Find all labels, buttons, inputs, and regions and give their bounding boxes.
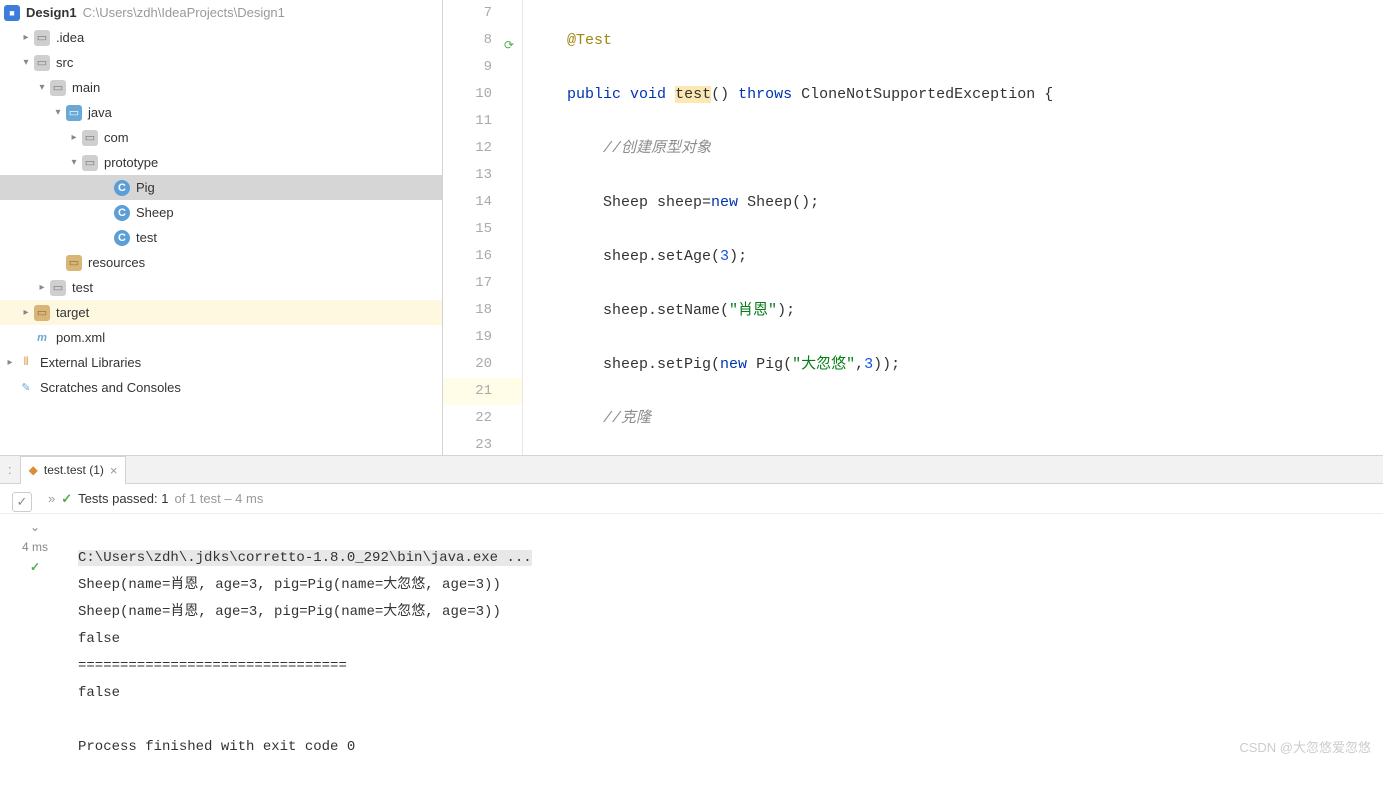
tab-chevron[interactable]: : bbox=[8, 462, 12, 477]
chevron-down-icon[interactable] bbox=[52, 107, 64, 119]
class-icon: C bbox=[114, 180, 130, 196]
run-tab[interactable]: ◆ test.test (1) × bbox=[20, 456, 127, 484]
chevron-right-icon[interactable] bbox=[20, 32, 32, 44]
runnable-class-icon: C bbox=[114, 230, 130, 246]
tree-idea[interactable]: ▭ .idea bbox=[0, 25, 442, 50]
tree-root[interactable]: ■ Design1 C:\Users\zdh\IdeaProjects\Desi… bbox=[0, 0, 442, 25]
chevron-down-icon[interactable] bbox=[36, 82, 48, 94]
line-number[interactable]: 16 bbox=[443, 243, 522, 270]
chevron-down-icon[interactable] bbox=[20, 57, 32, 69]
breadcrumb-chevron-icon: » bbox=[48, 491, 55, 506]
tree-test-folder[interactable]: ▭ test bbox=[0, 275, 442, 300]
code-content[interactable]: @Test public void test() throws CloneNot… bbox=[523, 0, 1383, 455]
run-panel: : ◆ test.test (1) × ✓ » ✓ Tests passed: … bbox=[0, 455, 1383, 788]
tree-main[interactable]: ▭ main bbox=[0, 75, 442, 100]
tree-src[interactable]: ▭ src bbox=[0, 50, 442, 75]
console-line: Sheep(name=肖恩, age=3, pig=Pig(name=大忽悠, … bbox=[78, 577, 501, 593]
toggle-check-icon[interactable]: ✓ bbox=[12, 492, 32, 512]
run-tab-label: test.test (1) bbox=[44, 463, 104, 477]
pass-icon: ✓ bbox=[61, 491, 72, 507]
library-icon: ⫴ bbox=[18, 355, 34, 371]
run-tab-bar: : ◆ test.test (1) × bbox=[0, 456, 1383, 484]
close-tab-icon[interactable]: × bbox=[110, 463, 118, 478]
console-output[interactable]: C:\Users\zdh\.jdks\corretto-1.8.0_292\bi… bbox=[70, 514, 1383, 788]
line-number[interactable]: 14 bbox=[443, 189, 522, 216]
line-number[interactable]: 18 bbox=[443, 297, 522, 324]
line-number[interactable]: 15 bbox=[443, 216, 522, 243]
console-line: Sheep(name=肖恩, age=3, pig=Pig(name=大忽悠, … bbox=[78, 604, 501, 620]
line-number[interactable]: 11 bbox=[443, 108, 522, 135]
tree-sheep[interactable]: C Sheep bbox=[0, 200, 442, 225]
tree-scratches[interactable]: ✎ Scratches and Consoles bbox=[0, 375, 442, 400]
chevron-right-icon[interactable] bbox=[68, 132, 80, 144]
pass-icon: ✓ bbox=[30, 560, 40, 574]
line-number[interactable]: 22 bbox=[443, 405, 522, 432]
folder-icon: ▭ bbox=[34, 30, 50, 46]
chevron-down-icon[interactable] bbox=[68, 157, 80, 169]
tree-java[interactable]: ▭ java bbox=[0, 100, 442, 125]
console-line: false bbox=[78, 631, 120, 647]
line-number[interactable]: 17 bbox=[443, 270, 522, 297]
console-command: C:\Users\zdh\.jdks\corretto-1.8.0_292\bi… bbox=[78, 550, 532, 566]
tree-pig[interactable]: C Pig bbox=[0, 175, 442, 200]
line-number[interactable]: 10 bbox=[443, 81, 522, 108]
test-config-icon: ◆ bbox=[29, 463, 38, 477]
tree-pom[interactable]: m pom.xml bbox=[0, 325, 442, 350]
collapse-icon[interactable]: ⌄ bbox=[30, 520, 40, 534]
line-number[interactable]: 7 bbox=[443, 0, 522, 27]
chevron-right-icon[interactable] bbox=[4, 357, 16, 369]
folder-icon: ▭ bbox=[50, 80, 66, 96]
tree-test-class[interactable]: C test bbox=[0, 225, 442, 250]
tree-prototype[interactable]: ▭ prototype bbox=[0, 150, 442, 175]
test-duration: 4 ms bbox=[22, 540, 48, 554]
console-exit-line: Process finished with exit code 0 bbox=[78, 739, 355, 755]
tree-com[interactable]: ▭ com bbox=[0, 125, 442, 150]
project-name: Design1 bbox=[26, 5, 77, 20]
console-line: false bbox=[78, 685, 120, 701]
watermark: CSDN @大忽悠爱忽悠 bbox=[1239, 737, 1371, 756]
resources-folder-icon: ▭ bbox=[66, 255, 82, 271]
source-folder-icon: ▭ bbox=[66, 105, 82, 121]
line-number[interactable]: 23 bbox=[443, 432, 522, 459]
chevron-right-icon[interactable] bbox=[36, 282, 48, 294]
package-icon: ▭ bbox=[82, 155, 98, 171]
line-number[interactable]: 20 bbox=[443, 351, 522, 378]
class-icon: C bbox=[114, 205, 130, 221]
test-tree-sidebar[interactable]: ⌄ 4 ms ✓ bbox=[0, 514, 70, 788]
scratch-icon: ✎ bbox=[18, 380, 34, 396]
line-number[interactable]: 9 bbox=[443, 54, 522, 81]
line-number[interactable]: 13 bbox=[443, 162, 522, 189]
maven-icon: m bbox=[34, 330, 50, 346]
line-number[interactable]: 8⟳ bbox=[443, 27, 522, 54]
folder-icon: ▭ bbox=[50, 280, 66, 296]
chevron-right-icon[interactable] bbox=[20, 307, 32, 319]
tree-resources[interactable]: ▭ resources bbox=[0, 250, 442, 275]
editor-gutter[interactable]: 7 8⟳ 9 10 11 12 13 14 15 16 17 18 19 20 … bbox=[443, 0, 523, 455]
code-editor[interactable]: 7 8⟳ 9 10 11 12 13 14 15 16 17 18 19 20 … bbox=[443, 0, 1383, 455]
package-icon: ▭ bbox=[82, 130, 98, 146]
line-number[interactable]: 19 bbox=[443, 324, 522, 351]
project-path: C:\Users\zdh\IdeaProjects\Design1 bbox=[83, 5, 285, 20]
line-number[interactable]: 12 bbox=[443, 135, 522, 162]
tree-external-libraries[interactable]: ⫴ External Libraries bbox=[0, 350, 442, 375]
tests-summary-label: of 1 test – 4 ms bbox=[174, 491, 263, 506]
line-number[interactable]: 21 bbox=[443, 378, 522, 405]
console-line: ================================ bbox=[78, 658, 347, 674]
folder-icon: ▭ bbox=[34, 55, 50, 71]
test-status-bar: ✓ » ✓ Tests passed: 1 of 1 test – 4 ms bbox=[0, 484, 1383, 514]
module-icon: ■ bbox=[4, 5, 20, 21]
excluded-folder-icon: ▭ bbox=[34, 305, 50, 321]
tree-target[interactable]: ▭ target bbox=[0, 300, 442, 325]
project-tree[interactable]: ■ Design1 C:\Users\zdh\IdeaProjects\Desi… bbox=[0, 0, 443, 455]
tests-passed-label: Tests passed: 1 bbox=[78, 491, 168, 506]
